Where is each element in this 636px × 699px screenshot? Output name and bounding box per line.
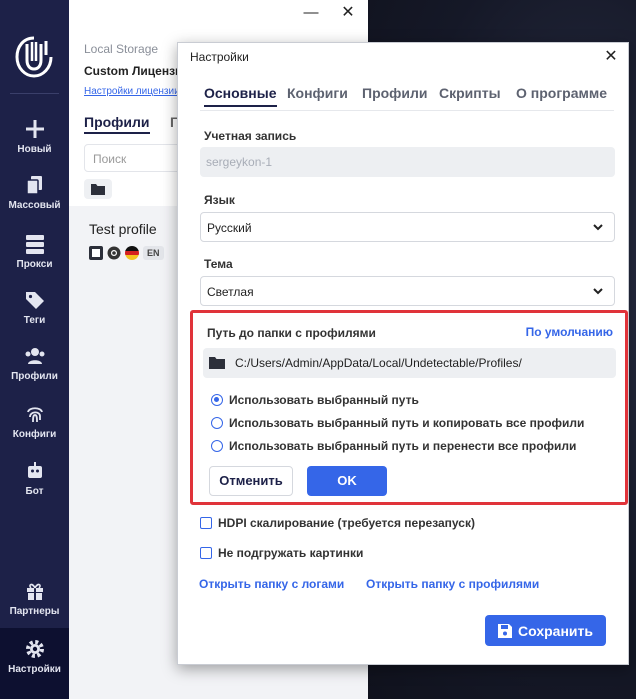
sidebar-item-proxy[interactable]: Прокси	[0, 233, 69, 289]
tab-configs[interactable]: Конфиги	[287, 85, 348, 101]
radio-label: Использовать выбранный путь	[229, 393, 419, 407]
save-button[interactable]: Сохранить	[485, 615, 606, 646]
sidebar-item-bulk[interactable]: Массовый	[0, 174, 69, 230]
plus-icon	[25, 120, 44, 138]
cancel-button[interactable]: Отменить	[209, 466, 293, 496]
save-icon	[498, 623, 513, 638]
tags-icon	[25, 292, 44, 309]
dialog-close-button[interactable]: ✕	[602, 46, 620, 66]
radio-button[interactable]	[211, 394, 223, 406]
license-name: Custom Лицензия	[84, 64, 190, 78]
profile-badges: EN	[89, 244, 164, 262]
chrome-icon	[107, 246, 121, 260]
theme-value: Светлая	[207, 285, 254, 299]
sidebar-item-label: Профили	[11, 371, 58, 382]
radio-button[interactable]	[211, 417, 223, 429]
gift-icon	[26, 583, 43, 600]
sidebar-item-bot[interactable]: Бот	[0, 460, 69, 516]
settings-dialog: Настройки ✕ Основные Конфиги Профили Скр…	[177, 42, 629, 665]
users-icon	[25, 348, 44, 364]
radio-use-path-move[interactable]: Использовать выбранный путь и перенести …	[211, 438, 576, 454]
hdpi-checkbox-row[interactable]: HDPI скалирование (требуется перезапуск)	[200, 515, 475, 531]
folder-icon[interactable]	[209, 356, 225, 369]
theme-select[interactable]: Светлая	[200, 276, 615, 306]
profiles-path-input[interactable]: C:/Users/Admin/AppData/Local/Undetectabl…	[203, 348, 616, 378]
dialog-title: Настройки	[190, 50, 249, 64]
sidebar-item-new[interactable]: Новый	[0, 118, 69, 174]
no-images-label: Не подгружать картинки	[218, 546, 364, 560]
windows-icon	[89, 246, 103, 260]
search-input[interactable]: Поиск	[84, 144, 184, 172]
tab-general[interactable]: Основные	[204, 85, 277, 107]
folder-icon	[91, 184, 105, 195]
chevron-down-icon	[593, 224, 603, 231]
sidebar: Новый Массовый Прокси Теги Профили Конфи…	[0, 0, 69, 699]
profiles-path-value: C:/Users/Admin/AppData/Local/Undetectabl…	[235, 356, 522, 370]
ok-button[interactable]: OK	[307, 466, 387, 496]
tab-scripts[interactable]: Скрипты	[439, 85, 501, 101]
hdpi-label: HDPI скалирование (требуется перезапуск)	[218, 516, 475, 530]
tab-about[interactable]: О программе	[516, 85, 607, 101]
profile-name[interactable]: Test profile	[89, 221, 157, 237]
folder-filter-button[interactable]	[84, 179, 112, 199]
sidebar-item-settings[interactable]: Настройки	[0, 628, 69, 699]
close-button[interactable]: ✕	[333, 2, 363, 24]
server-icon	[25, 235, 44, 254]
save-label: Сохранить	[518, 622, 593, 639]
radio-use-path-copy[interactable]: Использовать выбранный путь и копировать…	[211, 415, 584, 431]
sidebar-item-profiles[interactable]: Профили	[0, 345, 69, 401]
copy-icon	[25, 176, 42, 195]
no-images-checkbox-row[interactable]: Не подгружать картинки	[200, 545, 363, 561]
language-select[interactable]: Русский	[200, 212, 615, 242]
profiles-path-section: Путь до папки с профилями По умолчанию C…	[190, 310, 628, 505]
no-images-checkbox[interactable]	[200, 547, 212, 559]
reset-default-link[interactable]: По умолчанию	[526, 325, 613, 339]
app-logo-icon	[15, 36, 53, 78]
account-value: sergeykon-1	[206, 155, 273, 169]
radio-label: Использовать выбранный путь и перенести …	[229, 439, 577, 453]
sidebar-item-label: Новый	[17, 144, 52, 155]
tab-profiles[interactable]: Профили	[362, 85, 428, 101]
radio-button[interactable]	[211, 440, 223, 452]
robot-icon	[27, 462, 42, 478]
sidebar-item-configs[interactable]: Конфиги	[0, 403, 69, 459]
search-placeholder: Поиск	[93, 152, 127, 166]
language-badge: EN	[143, 246, 164, 260]
language-label: Язык	[204, 193, 235, 207]
germany-flag-icon	[125, 246, 139, 260]
sidebar-item-label: Бот	[25, 486, 44, 497]
sidebar-item-label: Массовый	[8, 200, 61, 211]
account-label: Учетная запись	[204, 129, 297, 143]
minimize-button[interactable]: —	[296, 2, 326, 24]
radio-label: Использовать выбранный путь и копировать…	[229, 416, 585, 430]
sidebar-item-label: Конфиги	[12, 429, 57, 440]
tab-divider	[200, 110, 614, 111]
chevron-down-icon	[593, 288, 603, 295]
hdpi-checkbox[interactable]	[200, 517, 212, 529]
open-profiles-folder-link[interactable]: Открыть папку с профилями	[366, 577, 539, 591]
language-value: Русский	[207, 221, 252, 235]
sidebar-item-label: Прокси	[16, 259, 53, 270]
radio-use-path[interactable]: Использовать выбранный путь	[211, 392, 419, 408]
account-field: sergeykon-1	[200, 147, 615, 177]
tab-profiles[interactable]: Профили	[84, 114, 150, 134]
profiles-path-label: Путь до папки с профилями	[207, 326, 376, 340]
gear-icon	[25, 640, 44, 658]
sidebar-divider	[10, 93, 59, 94]
sidebar-item-label: Партнеры	[9, 606, 60, 617]
open-logs-folder-link[interactable]: Открыть папку с логами	[199, 577, 344, 591]
window-titlebar: — ✕	[69, 0, 368, 26]
theme-label: Тема	[204, 257, 233, 271]
fingerprint-icon	[26, 407, 43, 423]
sidebar-item-label: Настройки	[8, 664, 61, 675]
sidebar-item-label: Теги	[23, 315, 46, 326]
storage-label: Local Storage	[84, 42, 159, 56]
license-settings-link[interactable]: Настройки лицензии	[84, 86, 180, 97]
sidebar-item-tags[interactable]: Теги	[0, 289, 69, 345]
